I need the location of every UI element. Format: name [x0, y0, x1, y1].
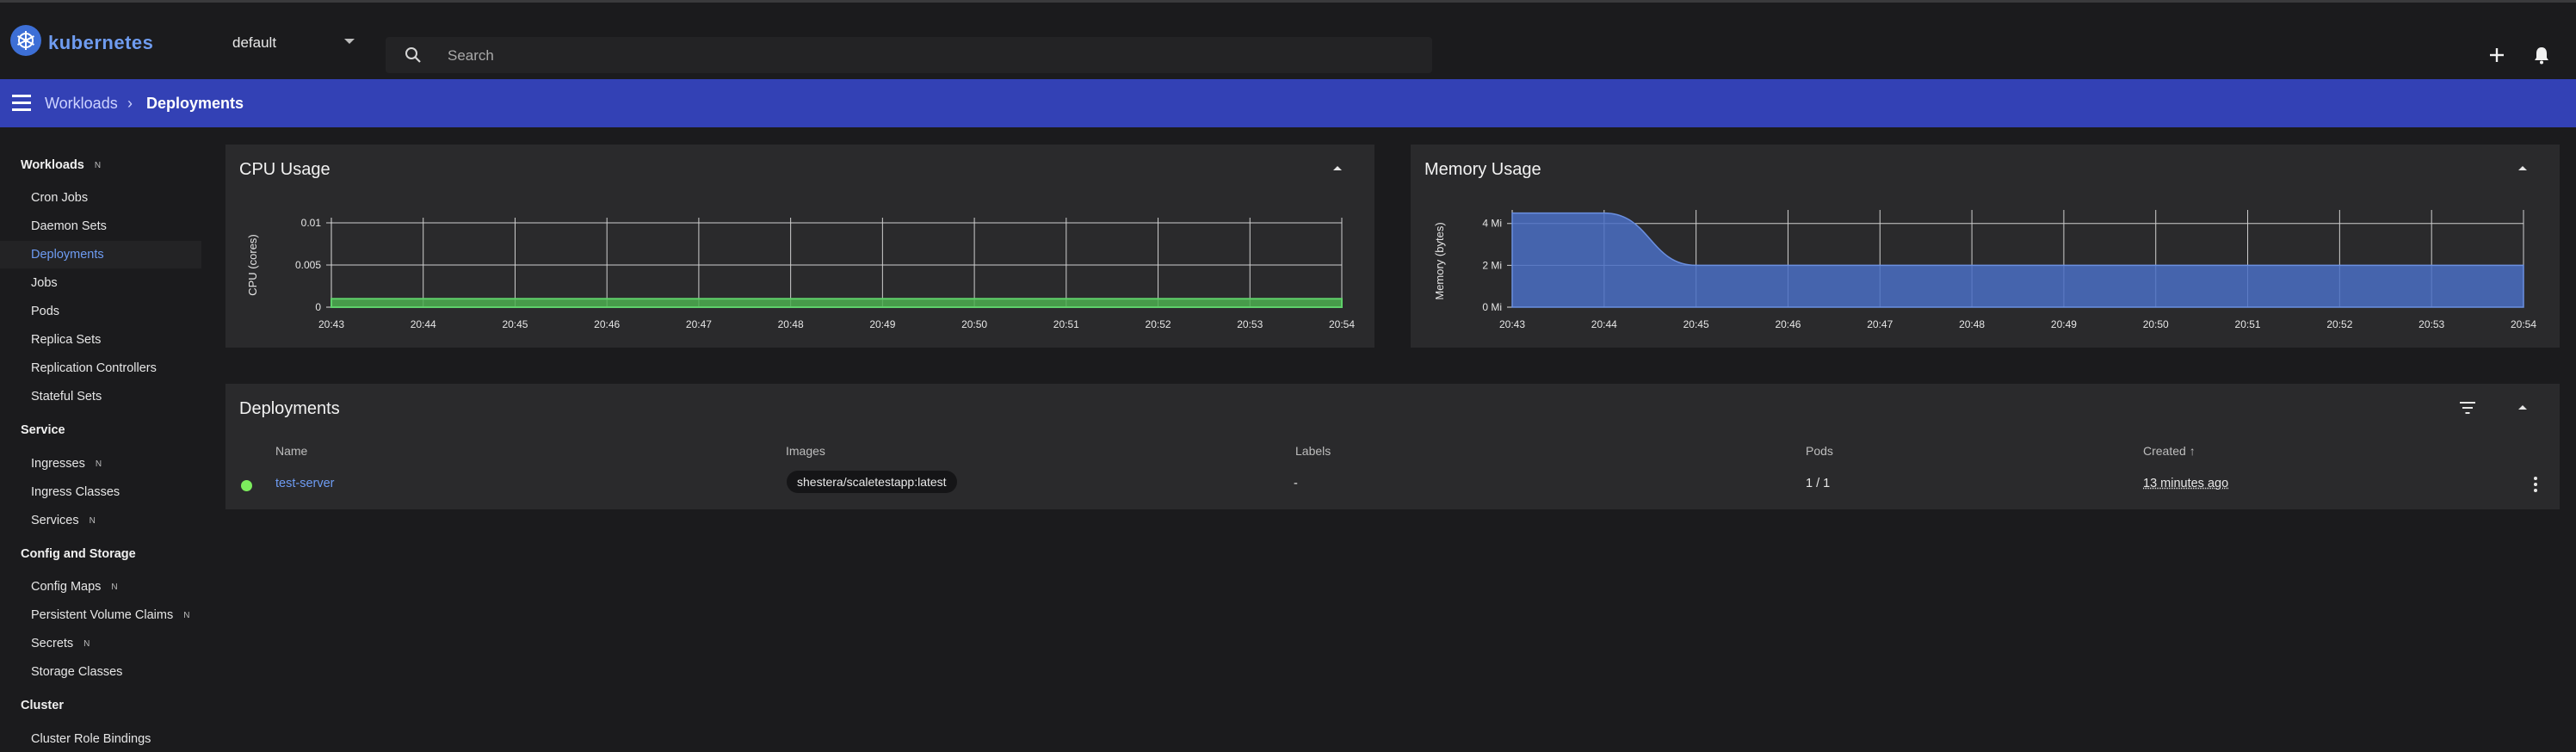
- x-tick-label: 20:54: [1329, 318, 1355, 330]
- x-tick-label: 20:48: [1959, 318, 1985, 330]
- sidebar-item-cluster-role-bindings[interactable]: Cluster Role Bindings: [31, 732, 151, 746]
- x-tick-label: 20:51: [1053, 318, 1079, 330]
- namespaced-badge: N: [183, 610, 190, 620]
- sidebar-item-replication-controllers[interactable]: Replication Controllers: [31, 361, 157, 375]
- x-tick-label: 20:51: [2235, 318, 2261, 330]
- x-tick-label: 20:47: [1867, 318, 1893, 330]
- collapse-icon[interactable]: [2514, 399, 2531, 416]
- deployment-name-link[interactable]: test-server: [275, 477, 335, 490]
- y-axis-label: Memory (bytes): [1433, 222, 1446, 299]
- x-tick-label: 20:52: [1146, 318, 1171, 330]
- sidebar-item-config-maps[interactable]: Config Maps N: [31, 580, 118, 594]
- chevron-right-icon: ›: [127, 95, 133, 112]
- search-icon: [405, 47, 421, 63]
- y-tick-label: 0.01: [301, 217, 322, 229]
- namespaced-badge: N: [83, 638, 90, 649]
- filter-icon[interactable]: [2458, 401, 2477, 415]
- labels-cell: -: [1294, 477, 1298, 490]
- namespaced-badge: N: [94, 160, 102, 170]
- created-cell: 13 minutes ago: [2143, 477, 2229, 490]
- x-tick-label: 20:45: [1683, 318, 1709, 330]
- sidebar-item-replica-sets[interactable]: Replica Sets: [31, 333, 101, 347]
- helm-wheel-icon: [17, 31, 34, 50]
- sidebar-section-workloads[interactable]: Workloads N: [21, 158, 101, 172]
- x-tick-label: 20:46: [594, 318, 620, 330]
- sidebar-item-stateful-sets[interactable]: Stateful Sets: [31, 390, 102, 404]
- namespaced-badge: N: [111, 582, 118, 592]
- memory-usage-card: Memory Usage 0 Mi 2 Mi 4 Mi 20:43 20:44 20:45…: [1411, 145, 2560, 348]
- image-chip: shestera/scaletestapp:latest: [787, 471, 957, 493]
- namespace-selected-value: default: [232, 34, 277, 51]
- kubernetes-logo-icon[interactable]: [10, 25, 41, 56]
- y-tick-label: 4 Mi: [1482, 218, 1502, 230]
- x-tick-label: 20:43: [1499, 318, 1525, 330]
- sidebar-item-services[interactable]: Services N: [31, 514, 96, 527]
- y-tick-label: 0.005: [295, 259, 321, 271]
- x-tick-label: 20:50: [961, 318, 987, 330]
- y-tick-label: 2 Mi: [1482, 259, 1502, 271]
- x-tick-label: 20:49: [869, 318, 895, 330]
- x-tick-label: 20:43: [318, 318, 344, 330]
- memory-usage-chart: 0 Mi 2 Mi 4 Mi 20:43 20:44 20:45 20:46 20:47 20:…: [1433, 210, 2536, 330]
- sidebar-nav: Workloads N Cron Jobs Daemon Sets Deploym…: [0, 129, 207, 752]
- sidebar-section-service[interactable]: Service: [21, 423, 65, 437]
- x-tick-label: 20:48: [778, 318, 804, 330]
- y-tick-label: 0 Mi: [1482, 301, 1502, 313]
- breadcrumb-bar: Workloads › Deployments: [0, 79, 2576, 127]
- sidebar-item-pods[interactable]: Pods: [31, 305, 59, 318]
- x-tick-label: 20:53: [1237, 318, 1263, 330]
- sidebar-item-ingress-classes[interactable]: Ingress Classes: [31, 485, 120, 499]
- plus-icon[interactable]: [2486, 44, 2508, 66]
- namespaced-badge: N: [89, 515, 96, 526]
- cpu-usage-chart: 0 0.005 0.01 20:43 20:44 20:45 20:46 20:47 20:48…: [246, 217, 1355, 330]
- sidebar-item-jobs[interactable]: Jobs: [31, 276, 58, 290]
- column-header-name[interactable]: Name: [275, 444, 307, 458]
- more-vert-icon[interactable]: [2534, 477, 2537, 492]
- sidebar-item-ingresses[interactable]: Ingresses N: [31, 457, 102, 471]
- y-tick-label: 0: [315, 301, 321, 313]
- column-header-created[interactable]: Created ↑: [2143, 444, 2196, 458]
- column-header-pods: Pods: [1806, 444, 1833, 458]
- breadcrumb-current: Deployments: [146, 95, 244, 112]
- x-tick-label: 20:49: [2051, 318, 2077, 330]
- sidebar-item-deployments[interactable]: Deployments: [31, 248, 104, 262]
- sidebar-section-cluster[interactable]: Cluster: [21, 699, 64, 712]
- search-input[interactable]: [446, 37, 1396, 75]
- namespace-select[interactable]: default: [232, 28, 360, 58]
- series-area: [330, 298, 1343, 308]
- series-area: [1511, 212, 2524, 308]
- x-tick-label: 20:45: [502, 318, 528, 330]
- sidebar-item-secrets[interactable]: Secrets N: [31, 637, 90, 650]
- x-tick-label: 20:53: [2418, 318, 2444, 330]
- deployments-title: Deployments: [239, 399, 340, 418]
- sidebar-item-storage-classes[interactable]: Storage Classes: [31, 665, 122, 679]
- namespaced-badge: N: [95, 459, 102, 469]
- x-tick-label: 20:44: [411, 318, 436, 330]
- deployments-card: Deployments Name Images Labels Pods Crea…: [225, 384, 2560, 509]
- x-tick-label: 20:50: [2143, 318, 2169, 330]
- x-tick-label: 20:52: [2326, 318, 2352, 330]
- column-header-images: Images: [786, 444, 825, 458]
- x-tick-label: 20:46: [1775, 318, 1801, 330]
- sidebar-item-daemon-sets[interactable]: Daemon Sets: [31, 219, 107, 233]
- x-tick-label: 20:54: [2511, 318, 2536, 330]
- pods-cell: 1 / 1: [1806, 477, 1831, 490]
- menu-icon[interactable]: [12, 95, 31, 112]
- cpu-usage-card: CPU Usage 0 0.005 0.01 20:43 20:44 20:45 20:46…: [225, 145, 1374, 348]
- sidebar-item-persistent-volume-claims[interactable]: Persistent Volume Claims N: [31, 608, 189, 622]
- sort-arrow-up-icon: ↑: [2189, 444, 2196, 458]
- search-box[interactable]: [386, 37, 1432, 75]
- column-header-labels: Labels: [1295, 444, 1331, 458]
- status-running-icon: [241, 480, 252, 491]
- y-axis-label: CPU (cores): [246, 234, 259, 296]
- top-app-bar: kubernetes default: [0, 3, 2576, 77]
- sidebar-item-cron-jobs[interactable]: Cron Jobs: [31, 191, 88, 205]
- x-tick-label: 20:44: [1591, 318, 1617, 330]
- breadcrumb-workloads[interactable]: Workloads: [45, 79, 118, 127]
- x-tick-label: 20:47: [686, 318, 712, 330]
- caret-down-icon: [344, 39, 355, 44]
- brand-name[interactable]: kubernetes: [48, 32, 153, 54]
- bell-icon[interactable]: [2530, 44, 2553, 66]
- sidebar-section-config-and-storage[interactable]: Config and Storage: [21, 547, 136, 561]
